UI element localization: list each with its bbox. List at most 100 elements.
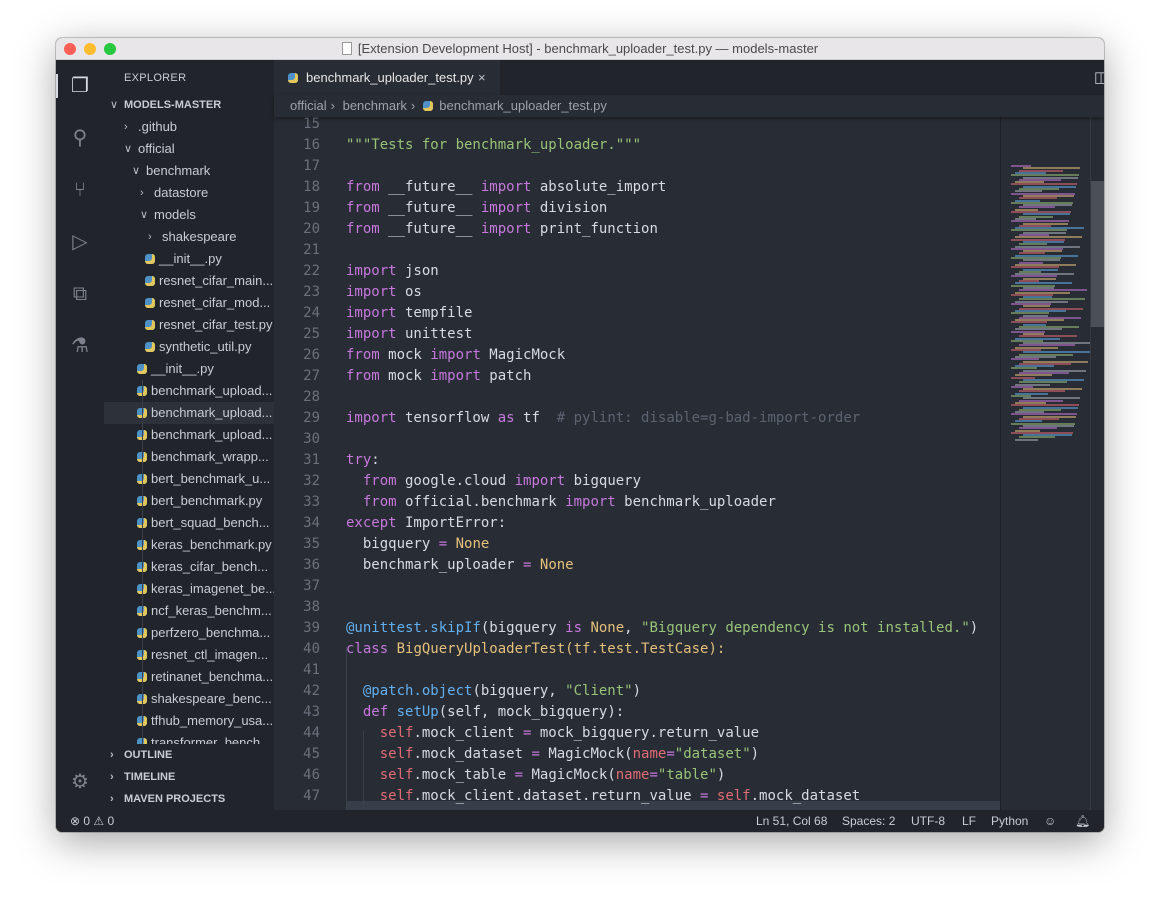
- line-number: 20: [303, 221, 320, 237]
- line-number: 32: [303, 473, 320, 489]
- tree-file[interactable]: benchmark_upload...: [104, 402, 274, 424]
- tree-folder[interactable]: › datastore: [104, 182, 274, 204]
- tree-item-label: shakespeare: [162, 229, 237, 244]
- split-editor-icon[interactable]: ◫: [1094, 60, 1104, 95]
- editor-scrollbar[interactable]: [1090, 117, 1104, 810]
- tree-indent-guide: [142, 380, 143, 744]
- tree-file[interactable]: synthetic_util.py: [104, 336, 274, 358]
- title-bar: [Extension Development Host] - benchmark…: [56, 38, 1104, 60]
- code-token: name: [632, 746, 667, 762]
- minimap[interactable]: [1000, 117, 1092, 810]
- chevron-down-icon: ∨: [140, 209, 149, 221]
- tree-file[interactable]: transformer_bench...: [104, 732, 274, 744]
- close-tab-icon[interactable]: ×: [478, 60, 486, 95]
- code-line: except ImportError:: [346, 513, 506, 534]
- status-bar: ⊗ 0 ⚠ 0 Ln 51, Col 68 Spaces: 2 UTF-8 LF…: [56, 810, 1104, 832]
- tree-folder[interactable]: ∨ benchmark: [104, 160, 274, 182]
- tree-item-label: synthetic_util.py: [159, 339, 252, 354]
- python-file-icon: [145, 298, 155, 308]
- language-mode[interactable]: Python: [991, 810, 1028, 832]
- code-token: official.benchmark: [396, 494, 566, 510]
- python-file-icon: [423, 101, 434, 111]
- chevron-right-icon: ›: [110, 771, 114, 783]
- maximize-window-button[interactable]: [104, 43, 116, 55]
- run-debug-icon[interactable]: ▷: [68, 230, 92, 254]
- line-ending[interactable]: LF: [962, 810, 976, 832]
- source-control-icon[interactable]: ⑂: [68, 178, 92, 202]
- code-token: MagicMock(: [523, 767, 616, 783]
- notifications-bell-icon[interactable]: 🔔︎: [1075, 810, 1090, 832]
- tree-item-label: benchmark_upload...: [151, 427, 273, 442]
- tree-file[interactable]: resnet_cifar_mod...: [104, 292, 274, 314]
- search-icon[interactable]: ⚲: [68, 126, 92, 150]
- code-token: except: [346, 515, 397, 531]
- extensions-icon[interactable]: ⧉: [68, 282, 92, 306]
- breadcrumb-official[interactable]: official: [290, 98, 327, 113]
- code-token: tf: [514, 410, 557, 426]
- section-timeline[interactable]: › TIMELINE: [104, 766, 274, 788]
- tree-file[interactable]: __init__.py: [104, 248, 274, 270]
- tree-item-label: benchmark_upload...: [151, 383, 273, 398]
- explorer-sidebar: EXPLORER ∨ MODELS-MASTER › .github ∨ offici…: [104, 60, 274, 810]
- code-line: benchmark_uploader = None: [346, 555, 574, 576]
- feedback-icon[interactable]: ☺: [1044, 810, 1056, 832]
- indentation[interactable]: Spaces: 2: [842, 810, 895, 832]
- code-line: from official.benchmark import benchmark…: [346, 492, 776, 513]
- breadcrumb-file[interactable]: benchmark_uploader_test.py: [439, 98, 607, 113]
- code-token: MagicMock: [480, 347, 566, 363]
- line-number: 38: [303, 599, 320, 615]
- tree-folder[interactable]: › .github: [104, 116, 274, 138]
- python-file-icon: [145, 320, 155, 330]
- encoding[interactable]: UTF-8: [911, 810, 945, 832]
- python-file-icon: [145, 254, 155, 264]
- line-number: 41: [303, 662, 320, 678]
- tree-file[interactable]: benchmark_wrapp...: [104, 446, 274, 468]
- testing-icon[interactable]: ⚗: [68, 334, 92, 358]
- code-editor[interactable]: 15 16 """Tests for benchmark_uploader.""" 1…: [274, 117, 1000, 810]
- tree-file[interactable]: keras_benchmark.py: [104, 534, 274, 556]
- tree-folder[interactable]: › shakespeare: [104, 226, 274, 248]
- scrollbar-thumb[interactable]: [1091, 181, 1104, 327]
- explorer-icon[interactable]: ❐: [68, 74, 92, 98]
- cursor-position[interactable]: Ln 51, Col 68: [756, 810, 827, 832]
- tree-file[interactable]: ncf_keras_benchm...: [104, 600, 274, 622]
- settings-gear-icon[interactable]: ⚙: [68, 770, 92, 794]
- code-line: bigquery = None: [346, 534, 489, 555]
- section-outline[interactable]: › OUTLINE: [104, 744, 274, 766]
- tree-file[interactable]: benchmark_upload...: [104, 380, 274, 402]
- tree-file[interactable]: resnet_cifar_test.py: [104, 314, 274, 336]
- tree-file[interactable]: bert_benchmark_u...: [104, 468, 274, 490]
- code-token: .mock_dataset: [413, 746, 532, 762]
- problems-indicator[interactable]: ⊗ 0 ⚠ 0: [70, 810, 114, 832]
- tree-item-label: benchmark_wrapp...: [151, 449, 269, 464]
- code-line: import tempfile: [346, 303, 472, 324]
- tree-folder[interactable]: ∨ official: [104, 138, 274, 160]
- root-folder[interactable]: ∨ MODELS-MASTER: [104, 94, 274, 116]
- tree-folder[interactable]: ∨ models: [104, 204, 274, 226]
- close-window-button[interactable]: [64, 43, 76, 55]
- explorer-header: EXPLORER: [124, 72, 187, 84]
- tree-file[interactable]: retinanet_benchma...: [104, 666, 274, 688]
- tree-file[interactable]: keras_cifar_bench...: [104, 556, 274, 578]
- tree-file[interactable]: tfhub_memory_usa...: [104, 710, 274, 732]
- minimize-window-button[interactable]: [84, 43, 96, 55]
- code-token: "Bigquery dependency is not installed.": [641, 620, 970, 636]
- tab-benchmark-uploader-test[interactable]: benchmark_uploader_test.py ×: [274, 60, 500, 95]
- tree-file[interactable]: keras_imagenet_be...: [104, 578, 274, 600]
- code-line: import json: [346, 261, 439, 282]
- file-tree: ∨ MODELS-MASTER › .github ∨ official ∨ benchm…: [104, 94, 274, 744]
- tree-file[interactable]: benchmark_upload...: [104, 424, 274, 446]
- tree-file[interactable]: perfzero_benchma...: [104, 622, 274, 644]
- code-token: import: [346, 284, 397, 300]
- section-maven-projects[interactable]: › MAVEN PROJECTS: [104, 788, 274, 810]
- tree-file[interactable]: shakespeare_benc...: [104, 688, 274, 710]
- breadcrumb-benchmark[interactable]: benchmark: [343, 98, 407, 113]
- tree-file[interactable]: resnet_cifar_main...: [104, 270, 274, 292]
- tree-file[interactable]: __init__.py: [104, 358, 274, 380]
- window-title: [Extension Development Host] - benchmark…: [357, 41, 819, 56]
- tree-file[interactable]: resnet_ctl_imagen...: [104, 644, 274, 666]
- tree-file[interactable]: bert_benchmark.py: [104, 490, 274, 512]
- tree-file[interactable]: bert_squad_bench...: [104, 512, 274, 534]
